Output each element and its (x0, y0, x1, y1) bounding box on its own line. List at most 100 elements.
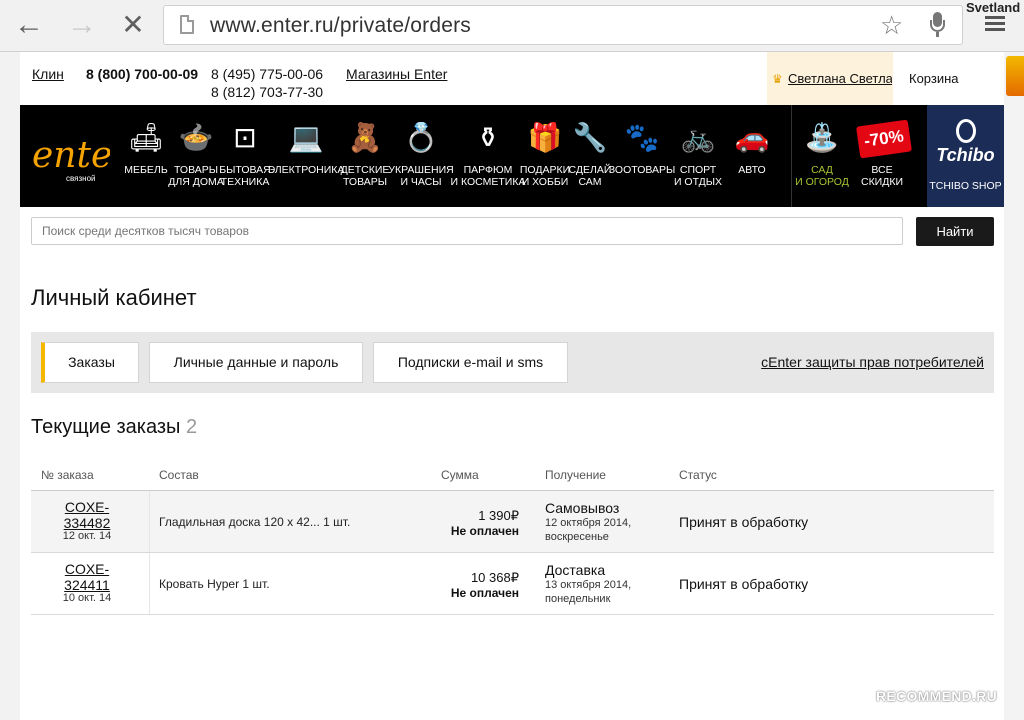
consumer-protection-link[interactable]: сEnter защиты прав потребителей (761, 354, 984, 370)
page-edge (1004, 52, 1024, 720)
delivery-date: 13 октября 2014, понедельник (545, 579, 632, 605)
category-perfume[interactable]: ⚱ ПАРФЮМ И КОСМЕТИКА (451, 105, 526, 207)
category-separator (791, 105, 792, 207)
site-topbar: Клин 8 (800) 700-00-09 8 (495) 775-00-06… (20, 52, 1004, 105)
category-gift[interactable]: 🎁 ПОДАРКИ И ХОББИ (520, 105, 570, 207)
page-content: Клин 8 (800) 700-00-09 8 (495) 775-00-06… (20, 52, 1004, 720)
search-button[interactable]: Найти (916, 217, 994, 246)
close-icon[interactable]: ✕ (116, 8, 150, 42)
orders-count: 2 (186, 416, 198, 438)
order-items: Кровать Hyper 1 шт. (159, 577, 270, 591)
tab-subscriptions[interactable]: Подписки e-mail и sms (373, 342, 568, 383)
table-row[interactable]: COXE- 334482 12 окт. 14 Гладильная доска… (31, 491, 994, 553)
pot-icon: 🍲 (178, 122, 214, 153)
search-field[interactable] (31, 217, 903, 245)
svg-text:связной: связной (66, 174, 96, 183)
crown-icon: ♛ (772, 72, 783, 86)
forward-arrow-icon[interactable]: → (65, 8, 99, 42)
table-row[interactable]: COXE- 324411 10 окт. 14 Кровать Hyper 1 … (31, 553, 994, 615)
order-number-link[interactable]: COXE- 334482 (31, 499, 143, 531)
tab-orders[interactable]: Заказы (41, 342, 139, 383)
page-title: Личный кабинет (31, 285, 197, 310)
category-pot[interactable]: 🍲 ТОВАРЫ ДЛЯ ДОМА (168, 105, 224, 207)
category-ring[interactable]: 💍 УКРАШЕНИЯ И ЧАСЫ (388, 105, 453, 207)
category-label: АВТО (738, 164, 766, 176)
column-header-number: № заказа (41, 468, 94, 482)
delivery-date: 12 октября 2014, воскресенье (545, 517, 632, 543)
svg-text:enter: enter (32, 135, 110, 176)
payment-status: Не оплачен (450, 524, 519, 538)
page-icon (180, 15, 194, 34)
side-banner[interactable] (1006, 56, 1024, 96)
tchibo-label: TCHIBO SHOP (929, 180, 1002, 192)
cart-link[interactable]: Корзина (909, 71, 959, 86)
paw-icon: 🐾 (624, 122, 660, 153)
orders-table-header: № заказа Состав Сумма Получение Статус (31, 464, 994, 491)
category-tools[interactable]: 🔧 СДЕЛАЙ САМ (569, 105, 612, 207)
coffee-bean-icon (956, 119, 976, 143)
category-paw[interactable]: 🐾 ЗООТОВАРЫ (609, 105, 676, 207)
bookmark-star-icon[interactable]: ☆ (880, 10, 903, 41)
category-teddy-bear[interactable]: 🧸 ДЕТСКИЕ ТОВАРЫ (341, 105, 390, 207)
delivery-method: Самовывоз (545, 500, 620, 516)
browser-toolbar: ← → ✕ www.enter.ru/private/orders ☆ Svet… (0, 0, 1024, 52)
orders-title: Текущие заказы 2 (31, 416, 197, 439)
tchibo-shop-link[interactable]: Tchibo TCHIBO SHOP (927, 105, 1004, 207)
phone-main: 8 (800) 700-00-09 (86, 66, 199, 82)
row-divider (149, 491, 150, 552)
column-header-status: Статус (679, 468, 717, 482)
laptop-icon: 💻 (288, 122, 324, 153)
car-icon: 🚗 (734, 122, 770, 153)
category-bar: enter связной 🛋МЕБЕЛЬ🍲ТОВАРЫ ДЛЯ ДОМА ⊡ БЫ… (20, 105, 1004, 207)
category-label: УКРАШЕНИЯ И ЧАСЫ (388, 164, 454, 188)
payment-status: Не оплачен (450, 586, 519, 600)
stores-link[interactable]: Магазины Enter (346, 66, 447, 82)
column-header-delivery: Получение (545, 468, 606, 482)
category-label: БЫТОВАЯ ТЕХНИКА (219, 164, 271, 188)
row-divider (149, 553, 150, 614)
phone-spb: 8 (812) 703-77-30 (211, 84, 324, 100)
perfume-icon: ⚱ (476, 122, 500, 153)
order-status: Принят в обработку (679, 514, 809, 530)
search-input[interactable] (32, 218, 902, 244)
order-items: Гладильная доска 120 х 42... 1 шт. (159, 515, 351, 529)
washer-icon: ⊡ (233, 122, 257, 153)
phone-moscow: 8 (495) 775-00-06 (211, 66, 324, 82)
enter-logo[interactable]: enter связной (30, 129, 110, 189)
user-name-link[interactable]: Светлана Светлана (788, 71, 892, 86)
category-washer[interactable]: ⊡ БЫТОВАЯ ТЕХНИКА (219, 105, 271, 207)
watering-can-icon: ⛲ (804, 122, 840, 153)
gift-icon: 🎁 (527, 122, 563, 153)
teddy-bear-icon: 🧸 (347, 122, 383, 153)
category-laptop[interactable]: 💻 ЭЛЕКТРОНИКА (268, 105, 345, 207)
ring-icon: 💍 (403, 122, 439, 153)
column-header-items: Состав (159, 468, 199, 482)
category-car[interactable]: 🚗 АВТО (724, 105, 780, 207)
watermark: RECOMMEND.RU (876, 688, 998, 704)
category-sofa[interactable]: 🛋 МЕБЕЛЬ (124, 105, 167, 207)
column-header-sum: Сумма (441, 468, 479, 482)
menu-icon[interactable] (985, 16, 1005, 32)
bicycle-icon: 🚲 (680, 122, 716, 153)
back-arrow-icon[interactable]: ← (12, 8, 46, 42)
order-sum: 10 368₽ (470, 570, 519, 585)
user-box[interactable]: ♛ Светлана Светлана (767, 52, 893, 105)
tchibo-logo: Tchibo (936, 145, 995, 165)
account-tabs: Заказы Личные данные и пароль Подписки e… (31, 332, 994, 393)
order-date: 12 окт. 14 (62, 530, 112, 542)
url-text[interactable]: www.enter.ru/private/orders (210, 14, 471, 38)
category-watering-can[interactable]: ⛲ САД И ОГОРОД (795, 105, 849, 207)
sofa-icon: 🛋 (128, 122, 164, 153)
order-number-link[interactable]: COXE- 324411 (31, 561, 143, 593)
category-label: ВСЕ СКИДКИ (860, 164, 904, 188)
tools-icon: 🔧 (572, 122, 608, 153)
mic-icon[interactable] (930, 12, 945, 38)
orders-title-text: Текущие заказы (31, 416, 181, 438)
category-bicycle[interactable]: 🚲 СПОРТ И ОТДЫХ (674, 105, 722, 207)
address-bar[interactable]: www.enter.ru/private/orders ☆ (163, 5, 963, 45)
city-link[interactable]: Клин (32, 66, 64, 82)
category-label: ЭЛЕКТРОНИКА (267, 164, 345, 176)
tab-personal-data[interactable]: Личные данные и пароль (149, 342, 363, 383)
order-status: Принят в обработку (679, 576, 809, 592)
browser-profile-name[interactable]: Svetland (966, 0, 1020, 15)
